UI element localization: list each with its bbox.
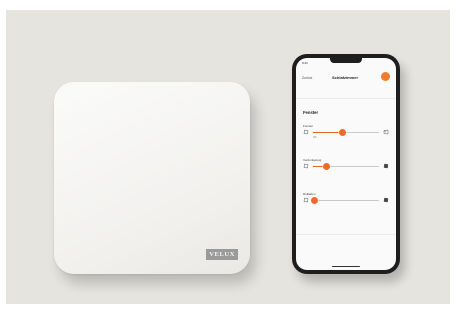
control-row: Verdunkelung (303, 158, 389, 174)
control-label: Fenster (303, 124, 314, 128)
control-slider[interactable] (313, 129, 379, 136)
back-button[interactable]: Zurück (302, 76, 312, 80)
window-closed-icon (303, 129, 309, 135)
window-closed-icon (303, 197, 309, 203)
menu-button[interactable] (381, 72, 390, 81)
control-label: Rollladen (303, 192, 316, 196)
velux-gateway-device: VELUX (54, 82, 250, 274)
smartphone: 9:41 Zurück Schlafzimmer Fenster Fenster… (292, 54, 400, 274)
product-photo-background: VELUX 9:41 Zurück Schlafzimmer Fenster F… (6, 10, 450, 304)
slider-handle[interactable] (310, 197, 318, 204)
blind-icon (383, 163, 389, 169)
control-slider[interactable] (310, 197, 379, 204)
divider (296, 234, 396, 235)
control-value: 0% (313, 136, 317, 139)
control-slider[interactable] (313, 163, 379, 170)
room-title: Schlafzimmer (332, 75, 359, 80)
control-row: Fenster 0% (303, 124, 389, 140)
window-open-icon (383, 129, 389, 135)
app-screen: 9:41 Zurück Schlafzimmer Fenster Fenster… (296, 58, 396, 270)
control-row: Rollladen (303, 192, 389, 208)
section-title: Fenster (303, 110, 319, 115)
slider-handle[interactable] (322, 163, 330, 170)
shutter-icon (383, 197, 389, 203)
status-time: 9:41 (302, 61, 308, 65)
phone-notch (330, 58, 362, 63)
window-closed-icon (303, 163, 309, 169)
slider-handle[interactable] (339, 129, 347, 136)
divider (296, 98, 396, 99)
velux-logo: VELUX (206, 249, 238, 260)
control-label: Verdunkelung (303, 158, 322, 162)
home-indicator (332, 265, 360, 267)
